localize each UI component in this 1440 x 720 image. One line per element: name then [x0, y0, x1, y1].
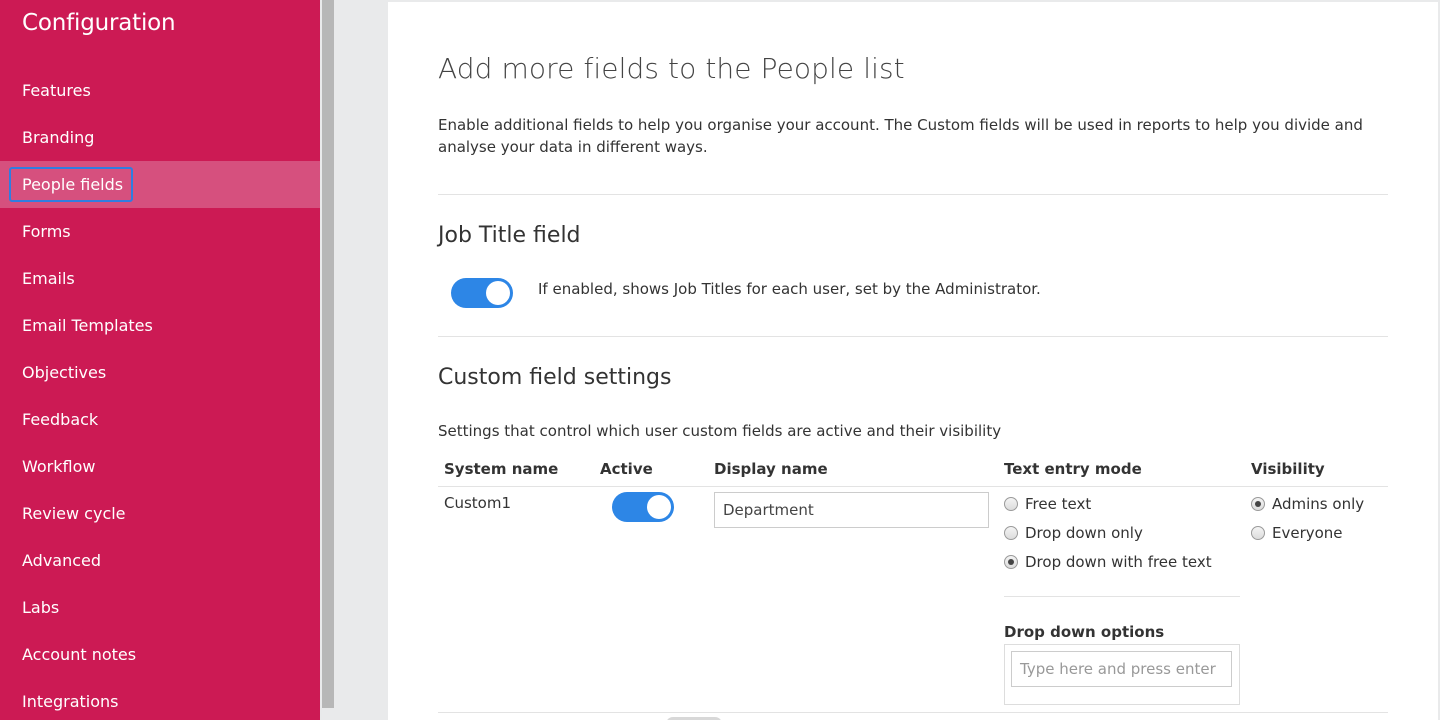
toggle-knob	[486, 281, 510, 305]
sidebar-item-label: Account notes	[22, 645, 137, 664]
sidebar-item-label: Branding	[22, 128, 95, 147]
radio-label: Everyone	[1272, 524, 1343, 542]
sidebar-scrollbar-thumb[interactable]	[322, 0, 334, 708]
sidebar: Configuration Features Branding People f…	[0, 0, 320, 720]
radio-label: Drop down with free text	[1025, 553, 1212, 571]
divider	[438, 194, 1388, 195]
sidebar-item-review-cycle[interactable]: Review cycle	[0, 490, 320, 537]
sidebar-item-objectives[interactable]: Objectives	[0, 349, 320, 396]
radio-label: Free text	[1025, 495, 1092, 513]
radio-drop-down-only[interactable]: Drop down only	[1004, 524, 1143, 542]
display-name-input[interactable]: Department	[714, 492, 989, 528]
radio-admins-only[interactable]: Admins only	[1251, 495, 1364, 513]
sidebar-item-label: Labs	[22, 598, 60, 617]
sidebar-item-emails[interactable]: Emails	[0, 255, 320, 302]
column-header-active: Active	[600, 460, 653, 478]
divider	[438, 336, 1388, 337]
sidebar-item-label: Review cycle	[22, 504, 126, 523]
radio-free-text[interactable]: Free text	[1004, 495, 1091, 513]
radio-circle	[1004, 497, 1018, 511]
main-panel: Add more fields to the People list Enabl…	[388, 2, 1438, 720]
sidebar-item-labs[interactable]: Labs	[0, 584, 320, 631]
sidebar-item-label: Advanced	[22, 551, 102, 570]
dropdown-options-input[interactable]: Type here and press enter	[1011, 651, 1232, 687]
job-title-heading: Job Title field	[438, 223, 581, 248]
row-active-toggle[interactable]	[612, 492, 674, 522]
page-title: Add more fields to the People list	[438, 52, 905, 85]
table-header-divider	[438, 486, 1388, 487]
sidebar-item-features[interactable]: Features	[0, 67, 320, 114]
column-header-display-name: Display name	[714, 460, 828, 478]
dropdown-options-label: Drop down options	[1004, 623, 1165, 641]
sidebar-item-label: Integrations	[22, 692, 119, 711]
sidebar-item-label: Email Templates	[22, 316, 153, 335]
sidebar-item-label: Objectives	[22, 363, 107, 382]
sidebar-item-label: Emails	[22, 269, 75, 288]
row-system-name: Custom1	[444, 494, 512, 512]
sidebar-item-label: Feedback	[22, 410, 99, 429]
toggle-knob	[647, 495, 671, 519]
sidebar-item-people-fields[interactable]: People fields	[0, 161, 320, 208]
job-title-toggle[interactable]	[451, 278, 513, 308]
radio-label: Admins only	[1272, 495, 1365, 513]
sidebar-item-label: People fields	[22, 175, 124, 194]
divider	[1004, 596, 1240, 597]
column-header-visibility: Visibility	[1251, 460, 1325, 478]
sidebar-item-feedback[interactable]: Feedback	[0, 396, 320, 443]
sidebar-item-workflow[interactable]: Workflow	[0, 443, 320, 490]
sidebar-item-advanced[interactable]: Advanced	[0, 537, 320, 584]
sidebar-item-label: Forms	[22, 222, 71, 241]
sidebar-item-account-notes[interactable]: Account notes	[0, 631, 320, 678]
column-header-text-entry-mode: Text entry mode	[1004, 460, 1142, 478]
radio-circle	[1004, 555, 1018, 569]
radio-everyone[interactable]: Everyone	[1251, 524, 1343, 542]
radio-label: Drop down only	[1025, 524, 1143, 542]
divider	[438, 712, 1388, 713]
sidebar-item-integrations[interactable]: Integrations	[0, 678, 320, 720]
intro-text: Enable additional fields to help you org…	[438, 116, 1363, 156]
column-header-system-name: System name	[444, 460, 559, 478]
sidebar-item-email-templates[interactable]: Email Templates	[0, 302, 320, 349]
radio-circle	[1004, 526, 1018, 540]
custom-fields-description: Settings that control which user custom …	[438, 422, 1002, 440]
custom-fields-heading: Custom field settings	[438, 365, 672, 390]
sidebar-item-branding[interactable]: Branding	[0, 114, 320, 161]
radio-circle	[1251, 526, 1265, 540]
sidebar-item-forms[interactable]: Forms	[0, 208, 320, 255]
sidebar-item-label: Features	[22, 81, 91, 100]
job-title-help: If enabled, shows Job Titles for each us…	[538, 280, 1041, 298]
sidebar-item-label: Workflow	[22, 457, 96, 476]
sidebar-nav: Features Branding People fields Forms Em…	[0, 67, 320, 720]
sidebar-title: Configuration	[22, 10, 176, 36]
radio-circle	[1251, 497, 1265, 511]
radio-drop-down-with-free-text[interactable]: Drop down with free text	[1004, 553, 1212, 571]
